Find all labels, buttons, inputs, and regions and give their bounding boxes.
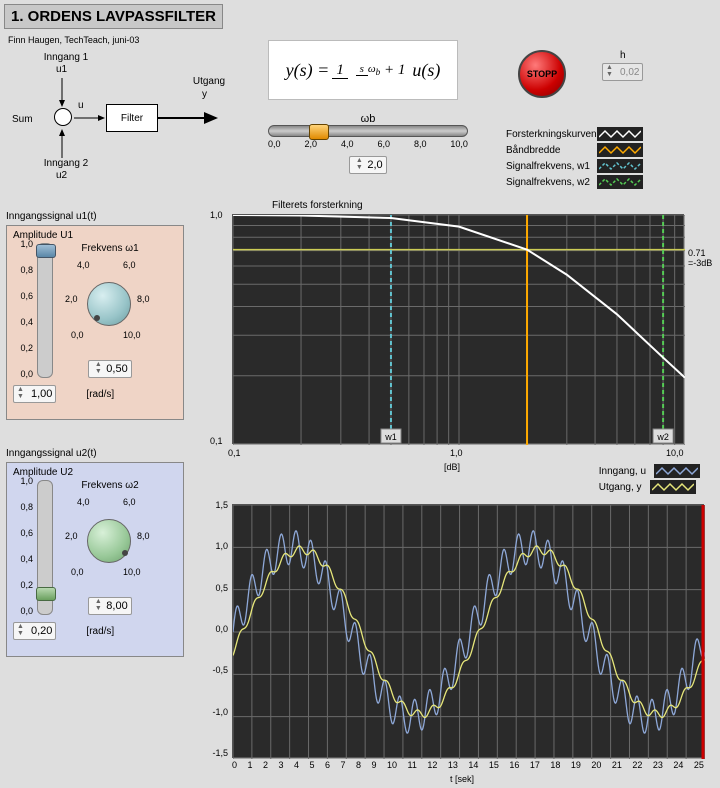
- label-u2: u2: [56, 170, 67, 181]
- amp2-label: Amplitude U2: [13, 467, 177, 478]
- time-xlabel: t [sek]: [450, 774, 474, 784]
- bode-xtick-01: 0,1: [228, 448, 241, 458]
- u2-section-label: Inngangssignal u2(t): [6, 448, 97, 459]
- bode-ytick-01: 0,1: [210, 436, 223, 446]
- legend-in: Inngang, u: [599, 466, 646, 477]
- freq2-input[interactable]: ▲▼ 8,00: [88, 597, 131, 615]
- panel-u2: Amplitude U2 1,00,80,60,40,20,0 Frekvens…: [6, 462, 184, 657]
- stop-button[interactable]: STOPP: [518, 50, 566, 98]
- time-chart: [232, 504, 704, 758]
- time-xticks: 0123456789101112131415161718192021222324…: [232, 760, 704, 770]
- legend-forst: Forsterkningskurven: [506, 129, 597, 140]
- time-legend: Inngang, u Utgang, y: [599, 463, 700, 495]
- wb-control: ωb 0,02,04,06,08,010,0 ▲▼ 2,0: [268, 113, 468, 174]
- freq2-knob[interactable]: 2,0 4,0 6,0 8,0 0,0 10,0: [65, 491, 155, 591]
- time-yticks: 1,51,00,50,0-0,5-1,0-1,5: [206, 500, 228, 758]
- h-input[interactable]: ▲▼ 0,02: [602, 63, 643, 81]
- amp2-input[interactable]: ▲▼ 0,20: [13, 622, 56, 640]
- freq1-knob[interactable]: 2,0 4,0 6,0 8,0 0,0 10,0: [65, 254, 155, 354]
- wb-spinner[interactable]: ▲▼: [353, 158, 365, 172]
- amp1-vticks: 1,00,80,60,40,20,0: [13, 239, 33, 379]
- svg-text:w2: w2: [656, 432, 669, 442]
- legend-band: Båndbredde: [506, 145, 561, 156]
- amp1-slider[interactable]: [37, 243, 53, 378]
- transfer-function-formula: y(s) = 1 sωb + 1 u(s): [268, 40, 458, 100]
- wb-label: ωb: [268, 113, 468, 125]
- wb-slider[interactable]: [268, 125, 468, 137]
- h-control: h ▲▼ 0,02: [602, 50, 643, 81]
- page-title: 1. ORDENS LAVPASSFILTER: [4, 4, 223, 29]
- wb-input[interactable]: ▲▼ 2,0: [349, 156, 386, 174]
- svg-text:w1: w1: [384, 432, 397, 442]
- panel-u1: Amplitude U1 1,00,80,60,40,20,0 Frekvens…: [6, 225, 184, 420]
- bode-xtick-1: 1,0: [450, 448, 463, 458]
- wb-ticks: 0,02,04,06,08,010,0: [268, 139, 468, 149]
- amp1-spinner[interactable]: ▲▼: [17, 387, 29, 401]
- freq1-label: Frekvens ω1: [65, 243, 155, 254]
- legend-w2: Signalfrekvens, w2: [506, 177, 590, 188]
- bode-xlabel: [dB]: [444, 462, 460, 472]
- freq2-spinner[interactable]: ▲▼: [92, 599, 104, 613]
- u1-section-label: Inngangssignal u1(t): [6, 211, 97, 222]
- amp1-input[interactable]: ▲▼ 1,00: [13, 385, 56, 403]
- freq2-label: Frekvens ω2: [65, 480, 155, 491]
- block-diagram: Inngang 1 u1 Utgang y Sum u Filter Innga…: [6, 62, 236, 182]
- bode-ytick-1: 1,0: [210, 210, 223, 220]
- amp2-slider[interactable]: [37, 480, 53, 615]
- wb-slider-thumb[interactable]: [309, 124, 329, 140]
- bode-chart: w1 w2: [232, 214, 684, 444]
- bode-3db-label: 0.71 =-3dB: [688, 248, 712, 268]
- legend-out: Utgang, y: [599, 482, 642, 493]
- bode-xtick-10: 10,0: [666, 448, 684, 458]
- amp1-label: Amplitude U1: [13, 230, 177, 241]
- label-inngang2: Inngang 2: [36, 158, 96, 169]
- legend-w1: Signalfrekvens, w1: [506, 161, 590, 172]
- bode-legend: Forsterkningskurven Båndbredde Signalfre…: [506, 126, 643, 190]
- h-label: h: [602, 50, 643, 61]
- unit1: [rad/s]: [86, 389, 114, 400]
- unit2: [rad/s]: [86, 626, 114, 637]
- freq1-input[interactable]: ▲▼ 0,50: [88, 360, 131, 378]
- amp2-spinner[interactable]: ▲▼: [17, 624, 29, 638]
- amp2-vticks: 1,00,80,60,40,20,0: [13, 476, 33, 616]
- bode-title: Filterets forsterkning: [272, 200, 363, 211]
- h-spinner[interactable]: ▲▼: [606, 65, 618, 79]
- freq1-spinner[interactable]: ▲▼: [92, 362, 104, 376]
